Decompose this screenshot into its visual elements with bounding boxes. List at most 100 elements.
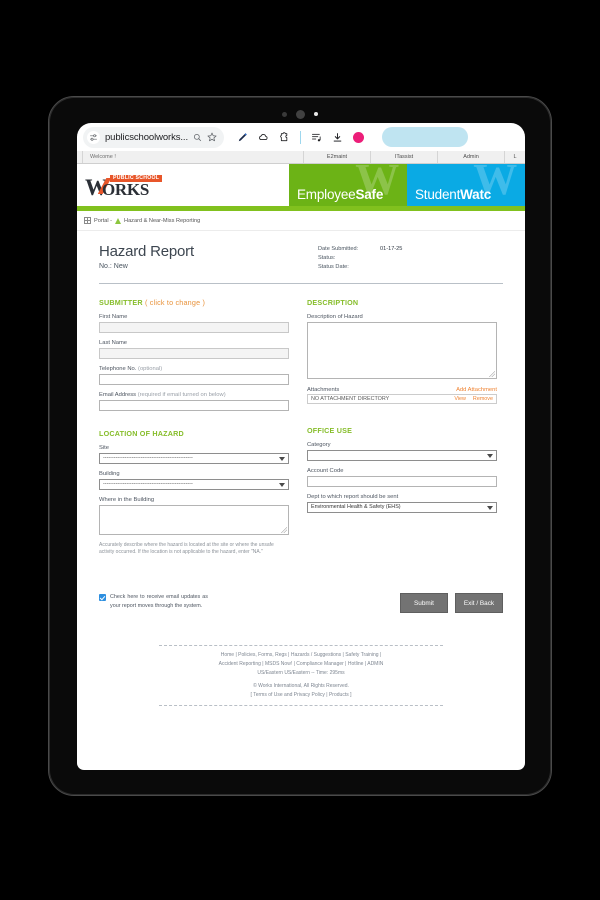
email-label-sub: (required if email turned on below) — [137, 391, 226, 398]
cloud-icon[interactable] — [258, 132, 269, 143]
dept-select-value: Environmental Health & Safety (EHS) — [311, 504, 401, 511]
email-optin-label: Check here to receive email updates as y… — [110, 594, 208, 609]
footer-links-line-2[interactable]: Accident Reporting | MSDS Now! | Complia… — [159, 660, 443, 669]
field-category: Category — [307, 442, 497, 461]
brand-panel-label: StudentWatc — [415, 187, 491, 202]
site-brand-header: W ORKS PUBLIC SCHOOL W EmployeeSafe W St… — [77, 164, 525, 206]
attachments-label: Attachments — [307, 386, 340, 393]
telephone-label: Telephone No. (optional) — [99, 366, 289, 372]
field-account-code: Account Code — [307, 468, 497, 487]
form-actions-row: Check here to receive email updates as y… — [99, 593, 503, 619]
email-optin-checkbox[interactable] — [99, 594, 106, 602]
chevron-down-icon — [487, 505, 493, 510]
report-title-column: Hazard Report No.: New — [99, 243, 318, 270]
site-select[interactable]: ----------------------------------------… — [99, 452, 289, 464]
page-settings-icon[interactable] — [87, 130, 100, 144]
breadcrumb-current: Hazard & Near-Miss Reporting — [124, 217, 201, 224]
exit-back-button[interactable]: Exit / Back — [455, 593, 503, 614]
tablet-device-frame: publicschoolworks... Welcome ! E2maint I… — [48, 96, 552, 796]
where-in-building-textarea[interactable] — [99, 504, 289, 535]
attachment-remove-link[interactable]: Remove — [473, 396, 493, 402]
first-name-input[interactable] — [99, 321, 289, 333]
report-meta-column: Date Submitted: 01-17-25 Status: Status … — [318, 243, 503, 273]
breadcrumb-portal-link[interactable]: Portal - — [94, 218, 112, 224]
telephone-input[interactable] — [99, 373, 289, 385]
brand-panel-bold-text: Safe — [355, 187, 384, 202]
email-optin[interactable]: Check here to receive email updates as y… — [99, 593, 289, 610]
brand-panel-light-text: Employee — [297, 187, 356, 202]
profile-avatar-icon[interactable] — [353, 131, 365, 143]
attachments-block: Attachments Add Attachment NO ATTACHMENT… — [307, 387, 497, 404]
hazard-description-textarea[interactable] — [307, 321, 497, 379]
grid-icon — [84, 217, 91, 224]
building-select-value: ----------------------------------------… — [103, 481, 193, 488]
attachment-row-text: NO ATTACHMENT DIRECTORY — [311, 395, 390, 402]
last-name-label: Last Name — [99, 339, 128, 346]
footer-copyright: © Works International, All Rights Reserv… — [253, 683, 349, 690]
dept-label: Dept to which report should be sent — [307, 493, 399, 500]
add-attachment-button[interactable]: Add Attachment — [456, 387, 497, 393]
meta-value: 01-17-25 — [380, 246, 403, 252]
building-select[interactable]: ----------------------------------------… — [99, 478, 289, 490]
report-number-row: No.: New — [99, 263, 318, 270]
email-input[interactable] — [99, 399, 289, 411]
chevron-down-icon — [487, 453, 493, 458]
footer-terms-link[interactable]: [ Terms of Use and Privacy Policy | Prod… — [159, 691, 443, 700]
field-first-name: First Name — [99, 314, 289, 333]
star-icon[interactable] — [207, 132, 217, 142]
topnav-tab-itassist[interactable]: ITassist — [371, 151, 438, 163]
page-title: Hazard Report — [99, 243, 194, 260]
account-code-label: Account Code — [307, 467, 344, 474]
site-select-value: ----------------------------------------… — [103, 455, 193, 462]
meta-label: Status: — [318, 255, 336, 262]
section-title-description: DESCRIPTION — [307, 298, 497, 307]
search-icon[interactable] — [193, 133, 202, 142]
brand-panel-label: EmployeeSafe — [297, 187, 383, 202]
logo-zone[interactable]: W ORKS PUBLIC SCHOOL — [77, 164, 289, 206]
submitter-change-link[interactable]: ( click to change ) — [145, 298, 205, 307]
topnav-tab-partial[interactable]: L — [505, 151, 525, 163]
footer-divider-top — [159, 645, 443, 647]
meta-label: Date Submitted: — [318, 246, 359, 252]
reading-list-icon[interactable] — [311, 132, 322, 143]
form-right-column: DESCRIPTION Description of Hazard Attach… — [307, 298, 497, 558]
download-icon[interactable] — [332, 132, 343, 143]
chevron-down-icon — [279, 482, 285, 487]
submit-button[interactable]: Submit — [400, 593, 448, 614]
hazard-triangle-icon — [115, 217, 122, 224]
footer-links-line-1[interactable]: Home | Policies, Forms, Regs | Hazards /… — [159, 651, 443, 660]
topnav-tab-admin[interactable]: Admin — [438, 151, 505, 163]
field-site: Site -----------------------------------… — [99, 445, 289, 464]
dept-select[interactable]: Environmental Health & Safety (EHS) — [307, 501, 497, 513]
extensions-icon[interactable] — [279, 131, 290, 143]
last-name-input[interactable] — [99, 347, 289, 359]
resize-grip-icon[interactable] — [281, 526, 287, 533]
form-columns: SUBMITTER ( click to change ) First Name… — [99, 298, 503, 558]
category-select[interactable] — [307, 449, 497, 461]
resize-grip-icon[interactable] — [489, 370, 495, 377]
account-code-input[interactable] — [307, 475, 497, 487]
brand-panel-studentwatch[interactable]: W StudentWatc — [407, 164, 525, 206]
field-dept: Dept to which report should be sent Envi… — [307, 494, 497, 513]
section-title-submitter: SUBMITTER ( click to change ) — [99, 298, 289, 307]
browser-tab-pill[interactable] — [382, 127, 469, 147]
attachment-view-link[interactable]: View — [454, 396, 466, 402]
form-body: Hazard Report No.: New Date Submitted: 0… — [77, 231, 525, 725]
publicschoolworks-logo[interactable]: W ORKS PUBLIC SCHOOL — [85, 172, 177, 199]
report-no-value: New — [113, 263, 128, 271]
brand-panel-employeesafe[interactable]: W EmployeeSafe — [289, 164, 407, 206]
page-footer: Home | Policies, Forms, Regs | Hazards /… — [99, 645, 503, 725]
section-title-office-use: OFFICE USE — [307, 426, 497, 435]
field-last-name: Last Name — [99, 340, 289, 359]
chevron-down-icon — [279, 456, 285, 461]
pen-icon[interactable] — [237, 132, 248, 143]
topnav-tab-e2maint[interactable]: E2maint — [304, 151, 371, 163]
indicator-light-icon — [314, 112, 318, 116]
telephone-label-text: Telephone No. — [99, 365, 137, 372]
camera-lens-icon — [296, 109, 305, 119]
address-bar[interactable]: publicschoolworks... — [83, 126, 225, 148]
meta-row-status-date: Status Date: — [318, 263, 503, 272]
location-help-text: Accurately describe where the hazard is … — [99, 541, 274, 556]
site-label: Site — [99, 444, 109, 451]
meta-row-status: Status: — [318, 254, 503, 263]
